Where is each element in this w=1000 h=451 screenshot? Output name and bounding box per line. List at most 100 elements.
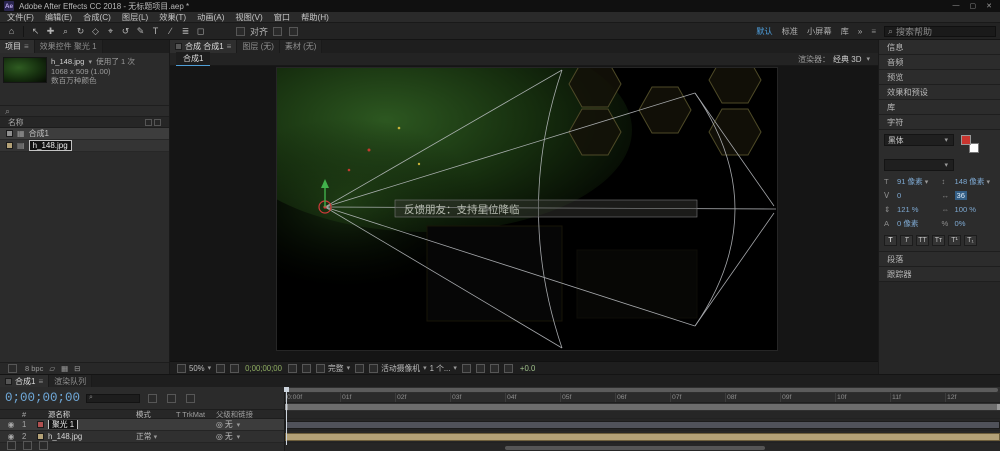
timeline-jump-icon[interactable] [489,363,499,373]
column-name[interactable]: 名称 [8,117,24,128]
layer-name-editing[interactable]: 聚光 1 [48,420,79,429]
playhead-handle[interactable] [284,387,289,392]
snapshot-icon[interactable] [287,363,297,373]
layer-1-duration-bar[interactable] [285,420,1000,429]
pickwhip-icon[interactable]: ◎ [216,432,223,441]
grid-guides-icon[interactable] [216,363,226,373]
visibility-eye-icon[interactable]: ◉ [0,420,22,429]
expand-layer-switches-icon[interactable] [7,441,16,450]
visibility-eye-icon[interactable]: ◉ [0,432,22,441]
column-mode[interactable]: 模式 [136,409,176,420]
pen-tool-icon[interactable]: ✎ [133,26,148,37]
label-chip[interactable] [36,421,44,428]
comp-viewer-tab[interactable]: 合成1 [176,51,211,67]
vertical-scale-value[interactable]: 121 % [897,205,919,214]
panel-tab-character[interactable]: 字符 [879,115,1000,130]
tab-project[interactable]: 项目 ≡ [0,40,35,53]
zoom-tool-icon[interactable]: ⌕ [58,26,73,37]
horizontal-scale-value[interactable]: 100 % [955,205,977,214]
panel-tab-preview[interactable]: 预览 [879,70,1000,85]
pickwhip-icon[interactable]: ◎ [216,420,223,429]
new-folder-icon[interactable]: ▱ [49,364,55,373]
fast-preview-icon[interactable] [475,363,485,373]
project-search-input[interactable]: ⌕ [0,105,169,117]
tracking-value[interactable]: 36 [954,191,967,200]
menu-animation[interactable]: 动画(A) [197,11,224,23]
maximize-button-icon[interactable]: ▢ [970,2,977,10]
menu-edit[interactable]: 编辑(E) [45,11,72,23]
label-chip[interactable] [36,433,44,440]
parent-select[interactable]: 无 [225,431,233,442]
snap-grid-icon[interactable] [236,26,245,36]
panel-menu-icon[interactable]: ≡ [24,42,29,51]
exposure-value[interactable]: +0.0 [520,364,535,373]
delete-icon[interactable]: ⊟ [74,364,80,373]
time-ruler[interactable]: 0:00f 01f 02f 03f 04f 05f 06f 07f 08f 09… [285,393,1000,403]
chevron-down-icon[interactable]: ▾ [89,59,93,66]
interpret-footage-icon[interactable] [8,364,17,373]
column-type-icon[interactable] [145,118,152,126]
show-snapshot-icon[interactable] [301,363,311,373]
flowchart-icon[interactable] [503,363,513,373]
font-family-select[interactable]: 黑体 ▾ [884,134,954,146]
menu-help[interactable]: 帮助(H) [301,11,329,23]
workspace-overflow-icon[interactable]: » [858,27,863,36]
all-caps-button[interactable]: TT [916,235,929,246]
project-item-footage[interactable]: ▤ h_148.jpg [0,140,169,152]
expand-transfer-controls-icon[interactable] [23,441,32,450]
view-layout-select[interactable]: 1 个... [430,363,451,374]
baseline-shift-value[interactable]: 0 像素 [897,218,919,229]
panel-tab-paragraph[interactable]: 段落 [879,252,1000,267]
snap-align-label[interactable]: 对齐 [250,25,268,38]
workspace-tab-small-screen[interactable]: 小屏幕 [807,25,832,37]
project-item-name[interactable]: 合成1 [29,128,49,139]
region-of-interest-icon[interactable] [355,363,365,373]
panel-tab-libraries[interactable]: 库 [879,100,1000,115]
column-source-name[interactable]: 源名称 [48,409,136,420]
viewer-timecode[interactable]: 0;00;00;00 [245,364,282,373]
tab-effect-controls[interactable]: 效果控件 聚光 1 [34,40,103,53]
home-tool-icon[interactable]: ⌂ [4,26,19,36]
project-item-name-editing[interactable]: h_148.jpg [28,140,72,151]
menu-layer[interactable]: 图层(L) [122,11,148,23]
menu-view[interactable]: 视图(V) [235,11,262,23]
panel-menu-icon[interactable]: ≡ [38,377,43,386]
workspace-tab-default[interactable]: 默认 [756,25,772,37]
brush-tool-icon[interactable]: ∕ [163,26,178,36]
draft-3d-icon[interactable] [167,393,177,403]
column-parent-link[interactable]: 父级和链接 [216,409,253,420]
fill-stroke-swatches[interactable] [958,134,984,156]
close-button-icon[interactable]: ✕ [986,2,992,10]
workspace-tab-libraries[interactable]: 库 [841,25,849,37]
panel-tab-audio[interactable]: 音频 [879,55,1000,70]
workspace-tab-standard[interactable]: 标准 [782,25,798,37]
project-list-header[interactable]: 名称 [0,117,169,128]
snap-option2-icon[interactable] [289,26,299,36]
panel-tab-tracker[interactable]: 跟踪器 [879,267,1000,282]
layer-row-1[interactable]: ◉ 1 聚光 1 ◎ 无 ▾ [0,419,284,431]
menu-effect[interactable]: 效果(T) [159,11,186,23]
pixel-aspect-icon[interactable] [461,363,471,373]
timeline-horizontal-scrollbar[interactable] [505,446,765,450]
layer-2-duration-bar[interactable] [285,432,1000,441]
type-tool-icon[interactable]: T [148,26,163,36]
view-select[interactable]: 活动摄像机 [381,363,420,374]
font-size-value[interactable]: 91 像素 [897,176,923,187]
tab-layer[interactable]: 图层 (无) [237,40,280,53]
channels-icon[interactable] [315,363,325,373]
current-time-indicator[interactable] [284,387,289,445]
help-search-input[interactable]: ⌕ 搜索帮助 [884,25,996,37]
transparency-grid-icon[interactable] [369,363,379,373]
snap-option-icon[interactable] [273,26,283,36]
menu-composition[interactable]: 合成(C) [83,11,111,23]
menu-window[interactable]: 窗口 [274,11,290,23]
menu-file[interactable]: 文件(F) [7,11,34,23]
layer-mode[interactable]: 正常 ▾ [136,431,176,442]
expand-in-out-icon[interactable] [39,441,48,450]
composition-stage[interactable]: 反馈朋友：支持星位降临 [212,28,778,351]
resolution-select[interactable]: 完整 [328,363,344,374]
text-layer-banner[interactable]: 反馈朋友：支持星位降临 [394,199,698,218]
selection-tool-icon[interactable]: ↖ [28,26,43,37]
panel-tab-effects-presets[interactable]: 效果和预设 [879,85,1000,100]
column-trkmat[interactable]: T TrkMat [176,410,216,419]
